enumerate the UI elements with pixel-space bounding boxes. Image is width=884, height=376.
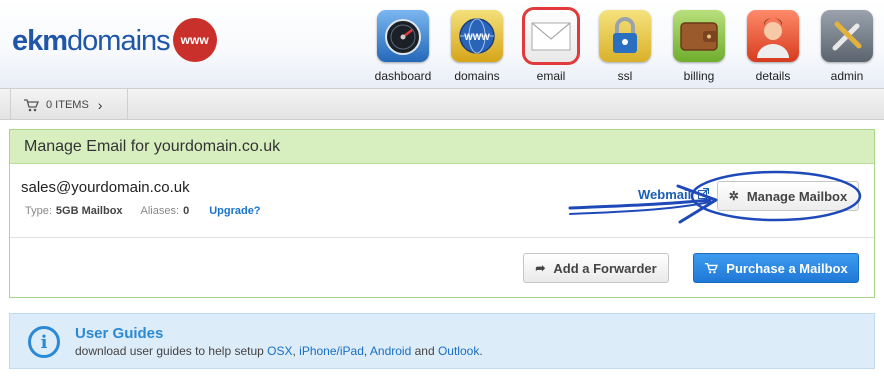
purchase-mailbox-label: Purchase a Mailbox bbox=[726, 260, 848, 276]
mailbox-meta: Type: 5GB Mailbox Aliases: 0 Upgrade? bbox=[25, 205, 261, 217]
webmail-label: Webmail bbox=[638, 187, 692, 202]
nav-label: billing bbox=[683, 69, 715, 83]
guide-link-outlook[interactable]: Outlook bbox=[438, 344, 479, 358]
external-link-icon bbox=[697, 187, 709, 199]
nav-label: email bbox=[536, 69, 566, 83]
webmail-link[interactable]: Webmail bbox=[638, 187, 709, 202]
nav-label: admin bbox=[830, 69, 864, 83]
nav-email[interactable]: email bbox=[514, 7, 588, 84]
purchase-mailbox-button[interactable]: Purchase a Mailbox bbox=[693, 253, 859, 283]
svg-text:WWW: WWW bbox=[464, 32, 490, 42]
cart-button[interactable]: 0 ITEMS › bbox=[10, 89, 128, 120]
upgrade-link[interactable]: Upgrade? bbox=[209, 205, 260, 217]
add-forwarder-button[interactable]: ➦ Add a Forwarder bbox=[523, 253, 669, 283]
wallet-icon bbox=[673, 10, 725, 62]
nav-details[interactable]: details bbox=[736, 8, 810, 84]
guides-text: download user guides to help setup OSX, … bbox=[75, 344, 483, 358]
manage-email-panel: Manage Email for yourdomain.co.uk sales@… bbox=[9, 129, 875, 298]
guide-link-iphone-ipad[interactable]: iPhone/iPad bbox=[299, 344, 364, 358]
padlock-icon bbox=[599, 10, 651, 62]
nav-label: dashboard bbox=[374, 69, 432, 83]
main-nav: dashboard WWW domains email ssl billing … bbox=[366, 7, 884, 84]
add-forwarder-label: Add a Forwarder bbox=[553, 260, 657, 276]
mailbox-address: sales@yourdomain.co.uk bbox=[21, 179, 190, 196]
type-label: Type: bbox=[25, 205, 52, 217]
user-icon bbox=[747, 10, 799, 62]
guides-prefix: download user guides to help setup bbox=[75, 344, 268, 358]
manage-mailbox-label: Manage Mailbox bbox=[746, 188, 848, 204]
logo[interactable]: ekm domains www bbox=[12, 18, 217, 62]
logo-www-badge: www bbox=[172, 18, 217, 62]
envelope-icon bbox=[522, 7, 580, 65]
info-icon: i bbox=[28, 326, 60, 358]
gear-icon: ✲ bbox=[728, 189, 739, 203]
logo-ekm-text: ekm bbox=[12, 24, 68, 57]
guides-separator: and bbox=[411, 344, 438, 358]
guides-title: User Guides bbox=[75, 325, 164, 342]
nav-label: domains bbox=[454, 69, 500, 83]
nav-label: ssl bbox=[617, 69, 633, 83]
speedometer-icon bbox=[377, 10, 429, 62]
guides-suffix: . bbox=[479, 344, 483, 358]
nav-label: details bbox=[755, 69, 791, 83]
aliases-value: 0 bbox=[183, 205, 190, 217]
manage-mailbox-button[interactable]: ✲ Manage Mailbox bbox=[717, 181, 859, 211]
wrench-screwdriver-icon bbox=[821, 10, 873, 62]
nav-admin[interactable]: admin bbox=[810, 8, 884, 84]
type-value: 5GB Mailbox bbox=[55, 205, 123, 217]
cart-icon bbox=[24, 98, 39, 111]
toolbar: 0 ITEMS › bbox=[0, 88, 884, 120]
globe-icon: WWW bbox=[451, 10, 503, 62]
cart-icon bbox=[705, 263, 719, 274]
nav-dashboard[interactable]: dashboard bbox=[366, 8, 440, 84]
guide-link-android[interactable]: Android bbox=[370, 344, 411, 358]
cart-label: 0 ITEMS bbox=[46, 98, 89, 111]
user-guides-box: i User Guides download user guides to he… bbox=[9, 313, 875, 369]
nav-billing[interactable]: billing bbox=[662, 8, 736, 84]
nav-domains[interactable]: WWW domains bbox=[440, 8, 514, 84]
mailbox-row: sales@yourdomain.co.uk Type: 5GB Mailbox… bbox=[10, 165, 874, 238]
chevron-right-icon: › bbox=[97, 96, 103, 113]
guide-link-osx[interactable]: OSX bbox=[267, 344, 292, 358]
aliases-label: Aliases: bbox=[140, 205, 180, 217]
panel-title: Manage Email for yourdomain.co.uk bbox=[10, 130, 874, 164]
logo-domains-text: domains bbox=[67, 24, 171, 57]
share-arrow-icon: ➦ bbox=[535, 261, 546, 275]
nav-ssl[interactable]: ssl bbox=[588, 8, 662, 84]
header: ekm domains www dashboard WWW domains em… bbox=[0, 0, 884, 88]
